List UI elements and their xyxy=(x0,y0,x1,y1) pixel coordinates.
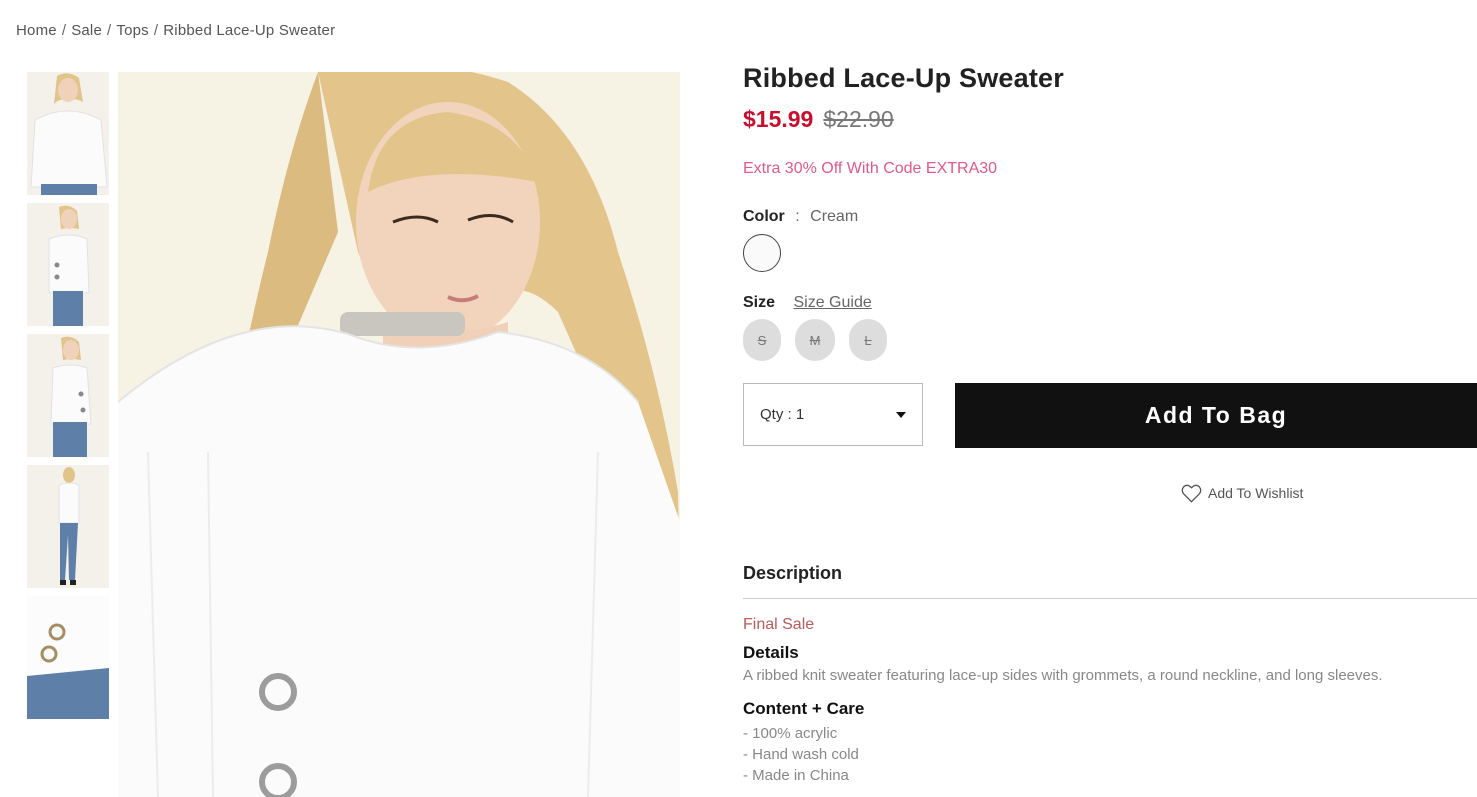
care-item: - 100% acrylic xyxy=(743,725,838,742)
size-guide-link[interactable]: Size Guide xyxy=(793,294,871,311)
description-heading[interactable]: Description xyxy=(743,563,1477,599)
breadcrumb-home[interactable]: Home xyxy=(16,22,57,39)
quantity-select[interactable]: Qty : 1 xyxy=(743,383,923,446)
size-option-m[interactable]: M xyxy=(795,319,835,361)
heart-icon xyxy=(1181,484,1202,503)
content-care-heading: Content + Care xyxy=(743,699,865,718)
color-separator: : xyxy=(795,208,800,225)
add-to-wishlist-button[interactable]: Add To Wishlist xyxy=(1181,483,1303,503)
thumbnail-1[interactable] xyxy=(27,72,109,195)
color-label: Color xyxy=(743,208,785,225)
thumbnail-5[interactable] xyxy=(27,596,109,719)
size-option-l[interactable]: L xyxy=(849,319,887,361)
final-sale-note: Final Sale xyxy=(743,616,815,633)
breadcrumb: Home / Sale / Tops / Ribbed Lace-Up Sweater xyxy=(16,22,335,39)
thumbnail-3[interactable] xyxy=(27,334,109,457)
color-swatch-cream[interactable] xyxy=(743,234,781,272)
care-item: - Hand wash cold xyxy=(743,746,859,763)
add-to-bag-button[interactable]: Add To Bag xyxy=(955,383,1477,448)
breadcrumb-separator: / xyxy=(153,22,159,39)
size-option-s[interactable]: S xyxy=(743,319,781,361)
price-row: $15.99 $22.90 xyxy=(743,106,1477,136)
wishlist-label: Add To Wishlist xyxy=(1208,485,1304,501)
buy-row: Qty : 1 Add To Bag xyxy=(743,383,1477,448)
product-info-panel: Ribbed Lace-Up Sweater $15.99 $22.90 Extr… xyxy=(743,60,1477,784)
product-main-image[interactable] xyxy=(118,72,680,797)
breadcrumb-sale[interactable]: Sale xyxy=(71,22,102,39)
thumbnail-gallery xyxy=(27,72,109,727)
breadcrumb-separator: / xyxy=(61,22,67,39)
size-label: Size xyxy=(743,294,776,311)
quantity-value: Qty : 1 xyxy=(760,406,805,423)
breadcrumb-separator: / xyxy=(107,22,112,39)
thumbnail-4[interactable] xyxy=(27,465,109,588)
details-heading: Details xyxy=(743,643,799,662)
promo-message: Extra 30% Off With Code EXTRA30 xyxy=(743,160,998,177)
details-text: A ribbed knit sweater featuring lace-up … xyxy=(743,667,1383,684)
size-row: Size Size Guide S M L xyxy=(743,294,1477,361)
color-value: Cream xyxy=(810,208,859,225)
thumbnail-2[interactable] xyxy=(27,203,109,326)
description-section: Description Final Sale Details A ribbed … xyxy=(743,563,1477,786)
breadcrumb-current: Ribbed Lace-Up Sweater xyxy=(163,22,336,39)
caret-down-icon xyxy=(896,411,906,418)
product-title: Ribbed Lace-Up Sweater xyxy=(743,63,1064,93)
care-item: - Made in China xyxy=(743,767,849,784)
original-price: $22.90 xyxy=(823,106,894,132)
size-options: S M L xyxy=(743,319,1477,361)
breadcrumb-tops[interactable]: Tops xyxy=(116,22,149,39)
sale-price: $15.99 xyxy=(743,106,814,132)
content-care-list: - 100% acrylic - Hand wash cold - Made i… xyxy=(743,723,1477,786)
color-row: Color : Cream xyxy=(743,208,1477,272)
